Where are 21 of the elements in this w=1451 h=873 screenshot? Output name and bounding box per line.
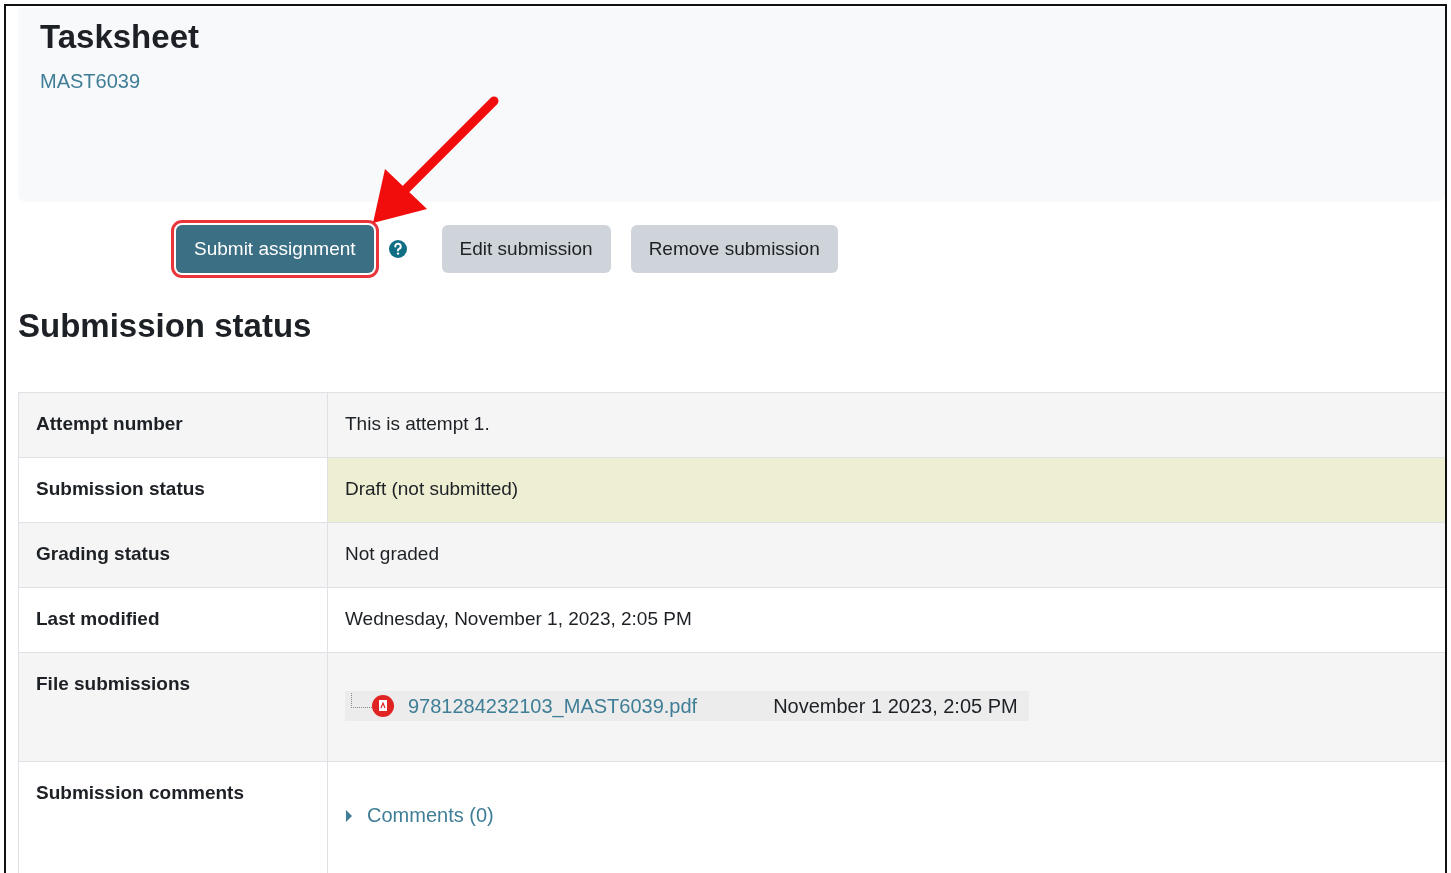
row-label: Grading status [35, 542, 172, 566]
action-button[interactable]: Remove submission [630, 225, 838, 273]
section-heading: Submission status [18, 306, 313, 346]
cell-value: Not graded [345, 543, 439, 564]
comments-link[interactable]: Comments (0) [345, 804, 494, 827]
page-title: Tasksheet [40, 17, 200, 57]
help-icon[interactable] [387, 239, 408, 259]
pdf-icon [372, 695, 394, 717]
action-button[interactable]: Edit submission [441, 225, 611, 273]
row-label: Submission status [35, 477, 206, 501]
caret-icon [345, 809, 353, 822]
row-label: Submission comments [35, 781, 245, 805]
course-link[interactable]: MAST6039 [40, 70, 141, 93]
file-date: November 1 2023, 2:05 PM [773, 694, 1018, 718]
file-link[interactable]: 9781284232103_MAST6039.pdf [408, 694, 698, 718]
cell-value: This is attempt 1. [345, 413, 490, 434]
row-label: File submissions [35, 672, 192, 696]
row-label: Attempt number [35, 412, 184, 436]
cell-value: Draft (not submitted) [345, 478, 519, 499]
cell-value: Wednesday, November 1, 2023, 2:05 PM [345, 608, 692, 629]
row-label: Last modified [35, 607, 161, 631]
